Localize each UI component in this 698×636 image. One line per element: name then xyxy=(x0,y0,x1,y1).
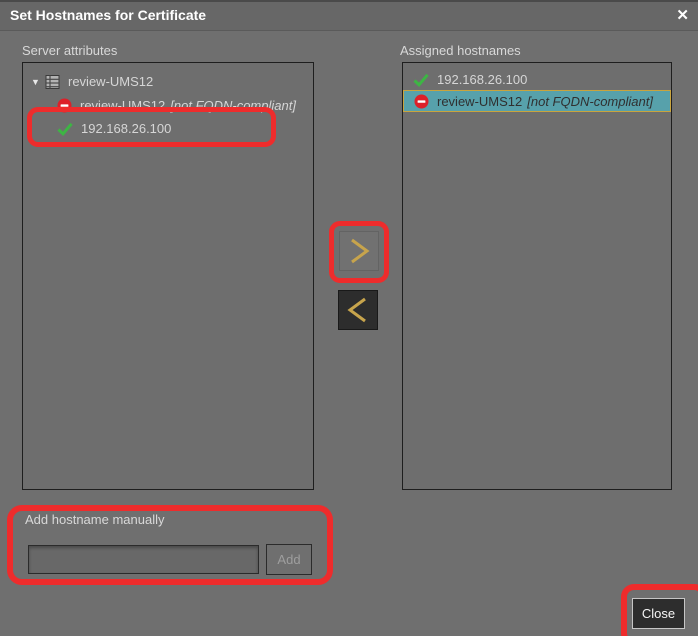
server-attributes-label: Server attributes xyxy=(22,43,117,58)
check-icon xyxy=(57,122,73,136)
minus-circle-icon xyxy=(414,94,429,109)
set-hostnames-dialog: Set Hostnames for Certificate ✕ Server a… xyxy=(0,0,698,636)
tree-item-hostname-noncompliant[interactable]: review-UMS12 [not FQDN-compliant] xyxy=(23,94,313,117)
assigned-hostnames-panel: 192.168.26.100 review-UMS12 [not FQDN-co… xyxy=(402,62,672,490)
list-item-label: review-UMS12 xyxy=(437,94,522,109)
move-right-button[interactable] xyxy=(339,231,379,271)
chevron-right-icon xyxy=(341,233,377,269)
check-icon xyxy=(413,73,429,87)
tree-item-ip-address[interactable]: 192.168.26.100 xyxy=(23,117,313,140)
tree-item-root-server[interactable]: ▼ review-UMS12 xyxy=(23,69,313,94)
close-button[interactable]: Close xyxy=(632,598,685,629)
tree-item-label: review-UMS12 xyxy=(68,74,153,89)
close-icon[interactable]: ✕ xyxy=(676,6,689,26)
dialog-title: Set Hostnames for Certificate xyxy=(10,2,206,29)
add-hostname-label: Add hostname manually xyxy=(25,512,164,527)
tree-item-label: review-UMS12 xyxy=(80,98,165,113)
dialog-titlebar: Set Hostnames for Certificate ✕ xyxy=(0,0,698,31)
move-left-button[interactable] xyxy=(338,290,378,330)
list-item-hostname-selected[interactable]: review-UMS12 [not FQDN-compliant] xyxy=(403,90,671,112)
fqdn-warning-text: [not FQDN-compliant] xyxy=(170,98,296,113)
hostname-input[interactable] xyxy=(28,545,259,574)
server-icon xyxy=(45,75,60,89)
tree-expander-icon[interactable]: ▼ xyxy=(31,77,45,87)
list-item-ip-address[interactable]: 192.168.26.100 xyxy=(403,69,671,90)
assigned-hostnames-label: Assigned hostnames xyxy=(400,43,521,58)
server-attributes-panel: ▼ review-UMS12 xyxy=(22,62,314,490)
list-item-label: 192.168.26.100 xyxy=(437,72,527,87)
add-button[interactable]: Add xyxy=(266,544,312,575)
minus-circle-icon xyxy=(57,98,72,113)
fqdn-warning-text: [not FQDN-compliant] xyxy=(527,94,653,109)
tree-item-label: 192.168.26.100 xyxy=(81,121,171,136)
chevron-left-icon xyxy=(340,292,376,328)
